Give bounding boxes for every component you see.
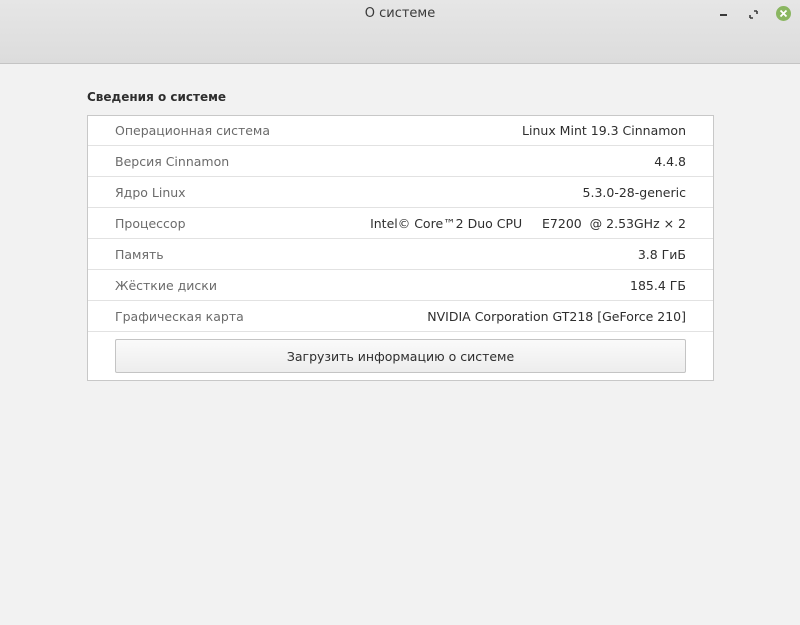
close-icon — [775, 5, 791, 21]
header-bar: О системе — [0, 0, 800, 64]
info-frame: Операционная система Linux Mint 19.3 Cin… — [87, 115, 714, 381]
info-row-processor: Процессор Intel© Core™2 Duo CPU E7200 @ … — [88, 208, 713, 239]
info-row-graphics-card: Графическая карта NVIDIA Corporation GT2… — [88, 301, 713, 332]
info-row-hard-drives: Жёсткие диски 185.4 ГБ — [88, 270, 713, 301]
minimize-button[interactable] — [714, 4, 732, 22]
row-value: 4.4.8 — [654, 153, 686, 169]
window-title: О системе — [364, 6, 436, 21]
info-row-memory: Память 3.8 ГиБ — [88, 239, 713, 270]
row-value: NVIDIA Corporation GT218 [GeForce 210] — [427, 308, 686, 324]
info-row-os: Операционная система Linux Mint 19.3 Cin… — [88, 116, 713, 146]
info-row-cinnamon-version: Версия Cinnamon 4.4.8 — [88, 146, 713, 177]
row-value: Intel© Core™2 Duo CPU E7200 @ 2.53GHz × … — [370, 215, 686, 231]
row-label: Операционная система — [115, 123, 271, 138]
minimize-icon — [719, 14, 727, 16]
maximize-icon — [748, 4, 758, 23]
row-value: 5.3.0-28-generic — [582, 184, 686, 200]
row-value: Linux Mint 19.3 Cinnamon — [522, 123, 686, 138]
info-row-kernel: Ядро Linux 5.3.0-28-generic — [88, 177, 713, 208]
maximize-button[interactable] — [744, 4, 762, 22]
row-label: Жёсткие диски — [115, 277, 217, 293]
row-label: Графическая карта — [115, 308, 244, 324]
upload-system-info-button[interactable]: Загрузить информацию о системе — [115, 339, 686, 373]
row-value: 185.4 ГБ — [630, 277, 686, 293]
close-button[interactable] — [774, 4, 792, 22]
row-label: Версия Cinnamon — [115, 153, 230, 169]
row-label: Процессор — [115, 215, 186, 231]
row-value: 3.8 ГиБ — [637, 246, 686, 262]
system-info-section: Сведения о системе Операционная система … — [87, 88, 714, 381]
section-title: Сведения о системе — [87, 90, 227, 104]
row-label: Ядро Linux — [115, 184, 186, 200]
row-label: Память — [115, 246, 164, 262]
button-area: Загрузить информацию о системе — [88, 332, 713, 380]
system-info-window: О системе Сведения о системе Операционна… — [0, 0, 800, 625]
